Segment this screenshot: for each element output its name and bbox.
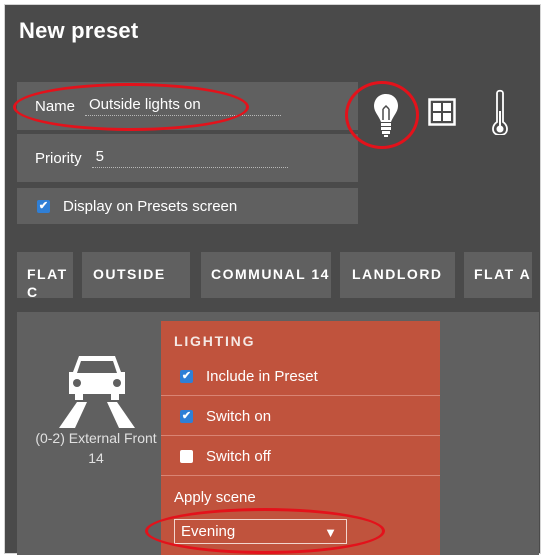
page-title: New preset <box>19 18 139 43</box>
name-label: Name <box>35 97 76 115</box>
name-input[interactable]: Outside lights on <box>85 96 282 116</box>
priority-field-row[interactable]: Priority 5 <box>17 134 358 182</box>
switch-on-label: Switch on <box>206 407 272 425</box>
device-panel: (0-2) External Front 14 LIGHTING ✔ Inclu… <box>17 312 539 555</box>
display-on-presets-label: Display on Presets screen <box>63 197 238 215</box>
display-on-presets-row[interactable]: ✔ Display on Presets screen <box>17 188 358 224</box>
switch-off-checkbox[interactable] <box>180 449 193 463</box>
car-icon <box>53 350 141 428</box>
preset-panel: New preset Name Outside lights on Priori… <box>4 4 541 555</box>
priority-input[interactable]: 5 <box>91 148 288 168</box>
scene-selected-value: Evening <box>181 523 236 540</box>
name-field-row[interactable]: Name Outside lights on <box>17 82 358 130</box>
tab-communal-14[interactable]: COMMUNAL 14 <box>201 252 331 298</box>
switch-off-row[interactable]: Switch off <box>161 437 440 476</box>
thermometer-icon[interactable] <box>489 87 511 137</box>
include-in-preset-row[interactable]: ✔ Include in Preset <box>161 357 440 396</box>
tab-flat-a[interactable]: FLAT A <box>464 252 532 298</box>
switch-on-checkbox[interactable]: ✔ <box>180 409 193 423</box>
window-icon[interactable] <box>425 95 459 129</box>
apply-scene-label: Apply scene <box>174 489 256 506</box>
tab-outside[interactable]: OUTSIDE <box>82 252 190 298</box>
include-in-preset-checkbox[interactable]: ✔ <box>180 369 193 383</box>
scene-select[interactable]: Evening ▼ <box>174 519 347 544</box>
switch-off-label: Switch off <box>206 447 271 465</box>
dropdown-arrow-icon: ▼ <box>324 525 337 540</box>
include-in-preset-label: Include in Preset <box>206 367 318 385</box>
device-name: (0-2) External Front 14 <box>35 430 157 466</box>
lighting-heading: LIGHTING <box>174 333 256 349</box>
lighting-settings: LIGHTING ✔ Include in Preset ✔ Switch on… <box>161 321 440 555</box>
tab-landlord[interactable]: LANDLORD <box>340 252 455 298</box>
display-on-presets-checkbox[interactable]: ✔ <box>37 199 50 213</box>
priority-label: Priority <box>35 149 82 167</box>
lightbulb-icon[interactable] <box>363 89 409 141</box>
switch-on-row[interactable]: ✔ Switch on <box>161 397 440 436</box>
tab-flat-c[interactable]: FLAT C <box>17 252 73 298</box>
